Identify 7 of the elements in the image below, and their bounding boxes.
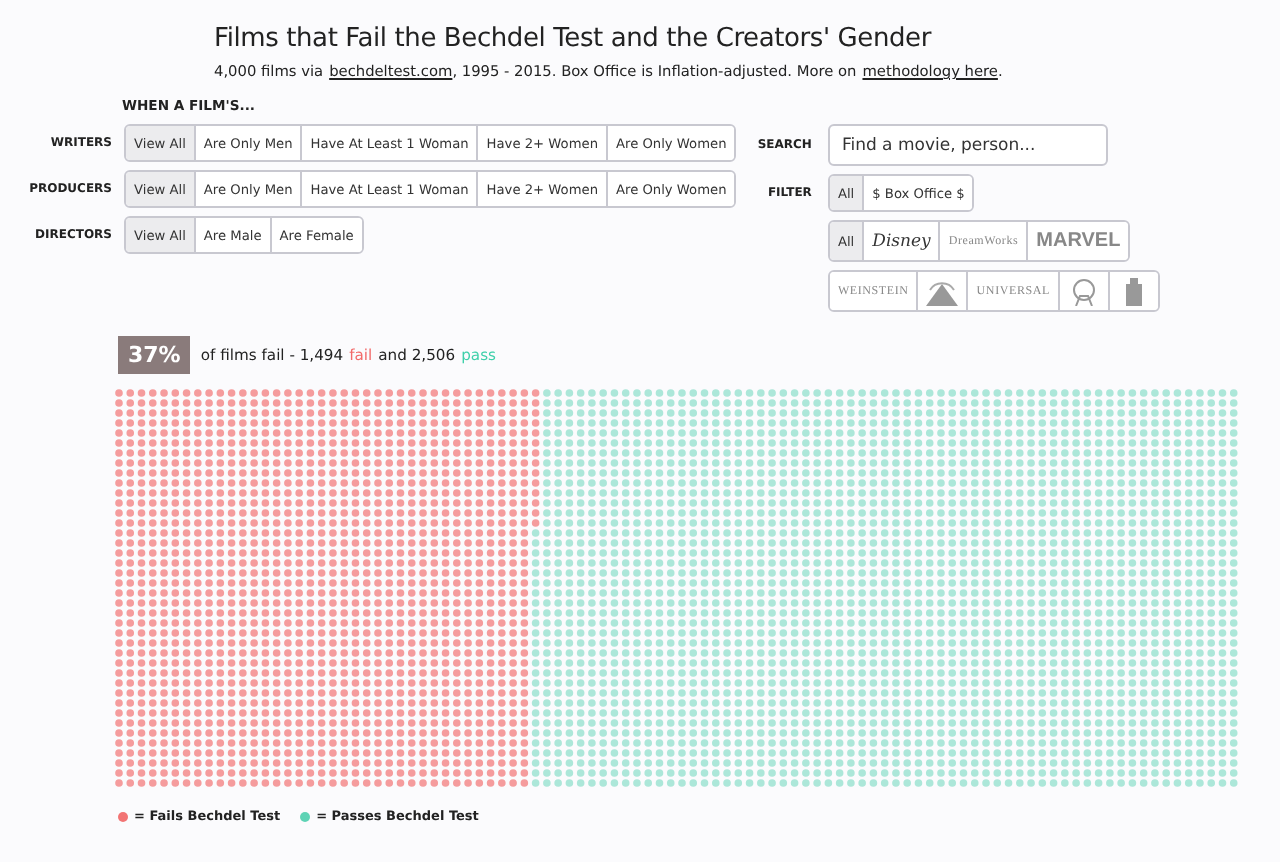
studio-button[interactable] [1108, 272, 1158, 310]
lion-icon [1068, 277, 1100, 305]
studio-option[interactable]: MARVEL [1026, 222, 1129, 260]
mountain-icon [926, 277, 959, 305]
page-title: Films that Fail the Bechdel Test and the Creators' Gender [214, 24, 934, 54]
search-field[interactable]: Find a movie, person... [827, 124, 1108, 166]
percent-badge: 37% [118, 336, 191, 374]
